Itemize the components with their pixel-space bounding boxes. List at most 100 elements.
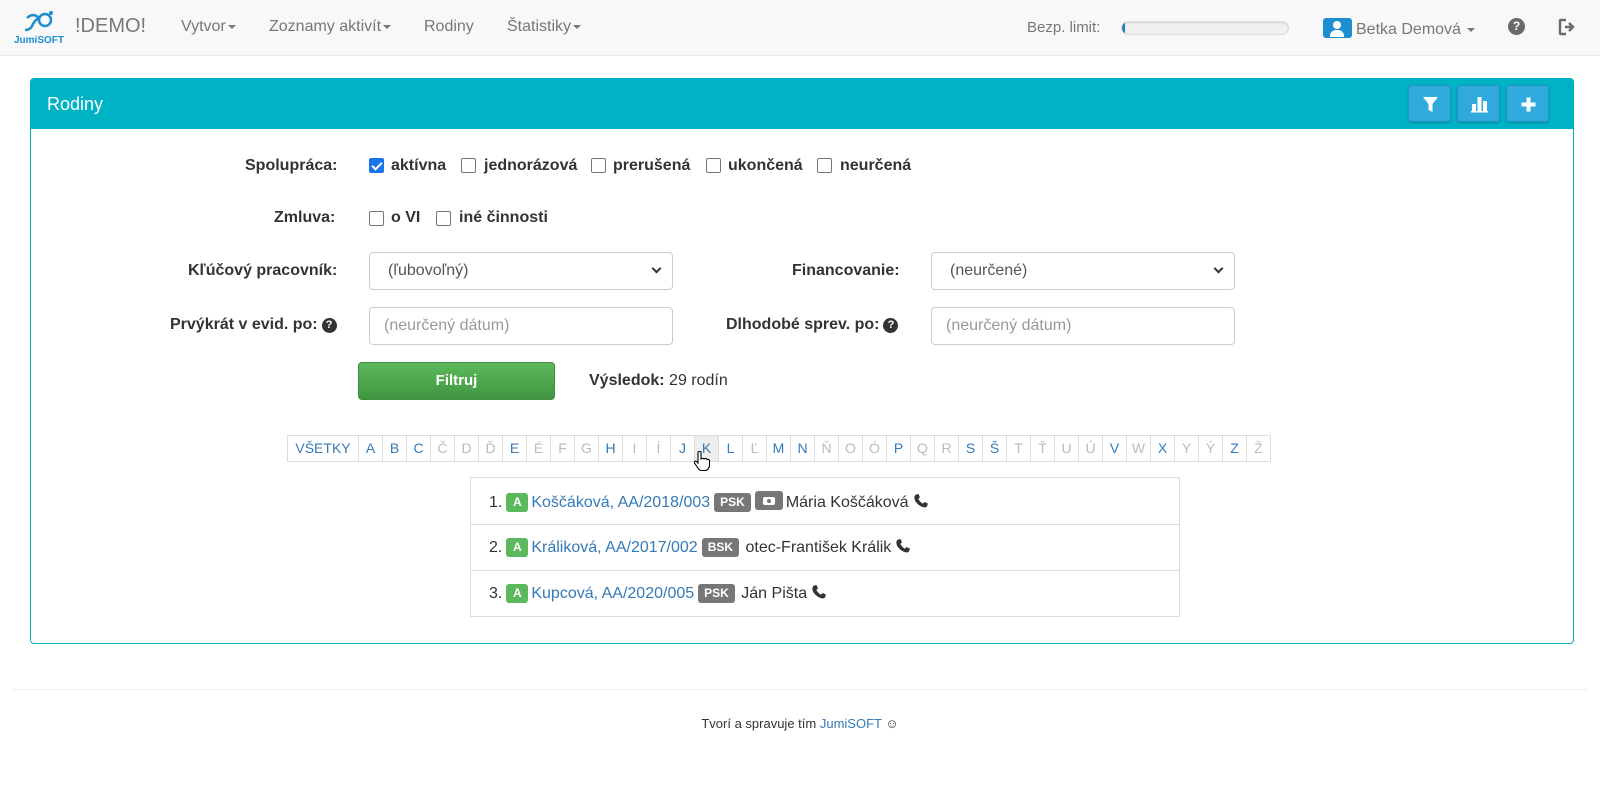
question-circle-icon[interactable]: ?	[321, 318, 337, 333]
spolupraca-prerusena-label[interactable]: prerušená	[613, 157, 690, 175]
dlhodobe-date-input[interactable]: (neurčený dátum)	[931, 307, 1235, 345]
alphabet-letter[interactable]: Z	[1222, 435, 1247, 462]
camera-icon	[754, 491, 783, 510]
family-link[interactable]: Kupcová, AA/2020/005	[531, 585, 694, 602]
spolupraca-neurcena-checkbox[interactable]	[817, 158, 832, 173]
prvykrat-date-input[interactable]: (neurčený dátum)	[369, 307, 673, 345]
family-list: 1. A Koščáková, AA/2018/003 PSK Mária Koščák…	[470, 477, 1180, 617]
contact-person: otec-František Králik	[745, 539, 892, 556]
filter-icon	[1423, 97, 1438, 112]
nav-zoznamy-aktivit[interactable]: Zoznamy aktivít	[269, 18, 392, 36]
zmluva-ine-label[interactable]: iné činnosti	[459, 209, 548, 227]
security-limit-fill	[1122, 22, 1126, 34]
alphabet-letter[interactable]: B	[382, 435, 407, 462]
filter-submit-button[interactable]: Filtruj	[358, 362, 555, 400]
alphabet-pager: VŠETKY A B C Č D Ď E É F G H I Í J K L Ľ M N Ň O Ó P Q R S Š T Ť U Ú V W X…	[287, 435, 1271, 462]
status-badge: A	[506, 538, 529, 557]
security-limit-progress	[1121, 21, 1289, 35]
footer: Tvorí a spravuje tím JumiSOFT ☺	[0, 716, 1600, 731]
spolupraca-aktivna-label[interactable]: aktívna	[391, 157, 446, 175]
family-link[interactable]: Koščáková, AA/2018/003	[531, 494, 710, 511]
user-menu[interactable]: Betka Demová	[1323, 18, 1476, 39]
result-count: Výsledok: 29 rodín	[589, 372, 728, 390]
region-badge: BSK	[701, 538, 740, 557]
spolupraca-neurcena-label[interactable]: neurčená	[840, 157, 911, 175]
alphabet-letter: Ž	[1246, 435, 1271, 462]
filter-button[interactable]	[1408, 85, 1451, 122]
brand-link[interactable]: !DEMO!	[75, 15, 146, 38]
caret-down-icon	[573, 24, 582, 29]
statistics-button[interactable]	[1457, 85, 1500, 122]
list-item: 2. A Králiková, AA/2017/002 BSK otec-Franti…	[471, 524, 1179, 570]
footer-jumisoft-link[interactable]: JumiSOFT	[820, 716, 882, 731]
plus-icon	[1521, 97, 1536, 112]
alphabet-letter: T	[1006, 435, 1031, 462]
alphabet-letter: U	[1054, 435, 1079, 462]
navbar: JumiSOFT !DEMO! Vytvor Zoznamy aktivít R…	[0, 0, 1600, 56]
alphabet-letter: Q	[910, 435, 935, 462]
financovanie-select[interactable]: (neurčené)	[931, 252, 1235, 290]
zmluva-ovi-label[interactable]: o VI	[391, 209, 420, 227]
nav-statistiky[interactable]: Štatistiky	[507, 18, 582, 36]
alphabet-letter[interactable]: H	[598, 435, 623, 462]
zmluva-label: Zmluva:	[274, 209, 336, 226]
nav-zoznamy-label: Zoznamy aktivít	[269, 18, 382, 35]
alphabet-letter[interactable]: E	[502, 435, 527, 462]
spolupraca-ukoncena-checkbox[interactable]	[706, 158, 721, 173]
spolupraca-jednorazova-checkbox[interactable]	[461, 158, 476, 173]
logout-icon[interactable]	[1557, 17, 1577, 37]
alphabet-letter: Ý	[1198, 435, 1223, 462]
panel-title: Rodiny	[47, 94, 104, 114]
alphabet-letter[interactable]: A	[358, 435, 383, 462]
alphabet-letter[interactable]: J	[670, 435, 695, 462]
dlhodobe-label: Dlhodobé sprev. po:?	[726, 316, 899, 334]
klucovy-pracovnik-label: Kľúčový pracovník:	[188, 262, 338, 279]
spolupraca-prerusena-checkbox[interactable]	[591, 158, 606, 173]
user-icon	[1323, 18, 1352, 38]
caret-down-icon	[1467, 27, 1476, 32]
nav-vytvor[interactable]: Vytvor	[181, 18, 236, 36]
alphabet-letter: Í	[646, 435, 671, 462]
question-circle-icon[interactable]: ?	[883, 318, 899, 333]
spolupraca-aktivna-checkbox[interactable]	[369, 158, 384, 173]
alphabet-letter[interactable]: Š	[982, 435, 1007, 462]
add-family-button[interactable]	[1506, 85, 1549, 122]
alphabet-letter[interactable]: X	[1150, 435, 1175, 462]
alphabet-letter[interactable]: N	[790, 435, 815, 462]
prvykrat-label-text: Prvýkrát v evid. po:	[170, 316, 318, 333]
contact-person: Ján Pišta	[741, 585, 808, 602]
alphabet-letter[interactable]: P	[886, 435, 911, 462]
alphabet-letter: Ó	[862, 435, 887, 462]
alphabet-letter: G	[574, 435, 599, 462]
status-badge: A	[506, 584, 529, 603]
financovanie-value: (neurčené)	[950, 262, 1028, 279]
panel-header: Rodiny	[31, 79, 1573, 129]
alphabet-letter[interactable]: S	[958, 435, 983, 462]
alphabet-letter[interactable]: V	[1102, 435, 1127, 462]
alphabet-letter[interactable]: M	[766, 435, 791, 462]
user-name: Betka Demová	[1356, 21, 1461, 38]
smiley-icon: ☺	[885, 716, 899, 731]
family-link[interactable]: Králiková, AA/2017/002	[531, 539, 697, 556]
question-circle-icon[interactable]: ?	[1508, 18, 1525, 35]
alphabet-letter[interactable]: VŠETKY	[287, 435, 359, 462]
spolupraca-jednorazova-label[interactable]: jednorázová	[484, 157, 577, 175]
jumisoft-logo[interactable]: JumiSOFT	[13, 10, 65, 48]
alphabet-letter: É	[526, 435, 551, 462]
nav-rodiny[interactable]: Rodiny	[424, 18, 474, 36]
result-value: 29 rodín	[669, 372, 728, 389]
alphabet-letter: W	[1126, 435, 1151, 462]
alphabet-letter[interactable]: L	[718, 435, 743, 462]
zmluva-ovi-checkbox[interactable]	[369, 211, 384, 226]
phone-icon	[913, 494, 928, 508]
spolupraca-ukoncena-label[interactable]: ukončená	[728, 157, 803, 175]
zmluva-ine-checkbox[interactable]	[436, 211, 451, 226]
list-item: 1. A Koščáková, AA/2018/003 PSK Mária Koščák…	[471, 478, 1179, 524]
alphabet-letter: Č	[430, 435, 455, 462]
nav-statistiky-label: Štatistiky	[507, 18, 572, 35]
phone-icon	[896, 539, 911, 553]
security-limit-label: Bezp. limit:	[1027, 19, 1101, 36]
footer-divider	[12, 689, 1588, 690]
alphabet-letter[interactable]: C	[406, 435, 431, 462]
klucovy-pracovnik-select[interactable]: (ľubovoľný)	[369, 252, 673, 290]
